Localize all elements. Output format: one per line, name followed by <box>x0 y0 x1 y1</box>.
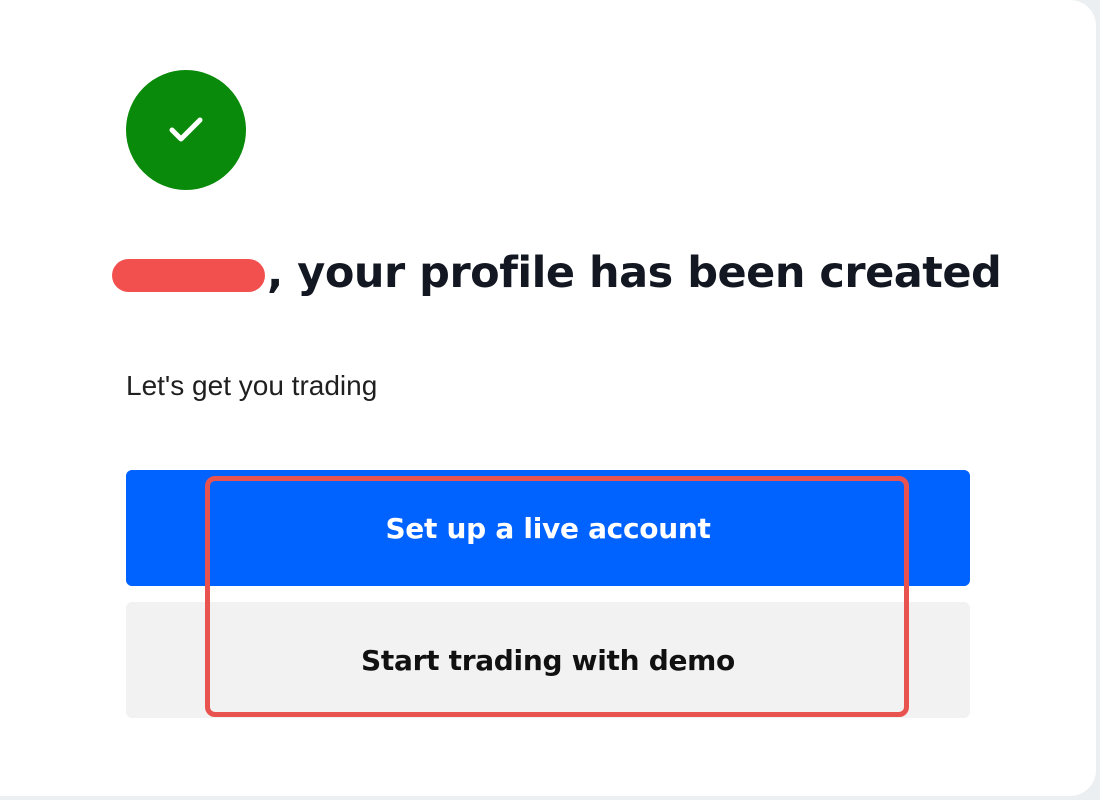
page-title-text: , your profile has been created <box>267 248 1002 298</box>
page-title: , your profile has been created <box>112 238 1072 308</box>
live-account-button-label: Set up a live account <box>385 511 711 545</box>
check-circle-icon <box>126 70 246 190</box>
demo-trading-button[interactable]: Start trading with demo <box>126 602 970 718</box>
live-account-button[interactable]: Set up a live account <box>126 470 970 586</box>
redacted-name <box>112 259 265 292</box>
checkmark-icon <box>169 117 203 142</box>
page-subtitle: Let's get you trading <box>126 370 378 401</box>
profile-created-card: , your profile has been created Let's ge… <box>0 0 1096 796</box>
demo-trading-button-label: Start trading with demo <box>361 643 735 677</box>
